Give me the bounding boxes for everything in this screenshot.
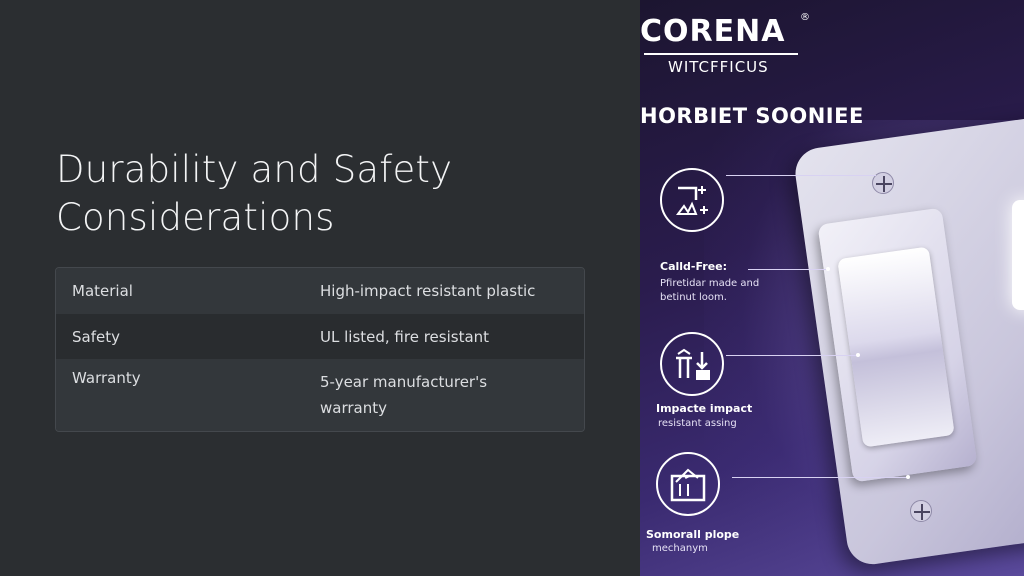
row-value: 5-year manufacturer's warranty [320,373,488,417]
row-value: High-impact resistant plastic [320,282,536,300]
content-panel: Durability and Safety Considerations Mat… [0,0,640,576]
mechanism-icon [656,452,720,516]
light-glow [1012,200,1024,310]
table-row: Warranty 5-year manufacturer's warranty [56,359,584,431]
registered-mark: ® [800,12,810,23]
callout-dot [826,267,830,271]
row-label: Safety [72,327,120,346]
product-image: CORENA ® WITCFFICUS HORBIET SOONIEE Call… [640,0,1024,576]
row-label: Warranty [72,369,141,387]
feature-title: Calld-Free: [660,260,728,273]
feature-title: Somorall plope [646,528,740,541]
feature-description: Pfiretidar made and betinut loom. [660,278,760,303]
callout-line [732,477,908,478]
feature-description: resistant assing [658,418,737,429]
row-label: Material [72,282,133,300]
product-name: HORBIET SOONIEE [640,104,864,128]
callout-line [726,355,858,356]
brand-underline [644,53,798,55]
table-row: Safety UL listed, fire resistant [56,314,584,359]
wiring-icon [660,168,724,232]
callout-dot [856,353,860,357]
feature-description: mechanym [652,543,708,554]
callout-line [726,175,876,176]
row-value: UL listed, fire resistant [320,327,490,346]
feature-title: Impacte impact [656,402,753,415]
screw-icon [910,500,932,522]
table-row: Material High-impact resistant plastic [56,268,584,314]
impact-icon [660,332,724,396]
specs-table: Material High-impact resistant plastic S… [55,267,585,432]
callout-dot [906,475,910,479]
brand-logo: CORENA [640,14,786,49]
brand-subtitle: WITCFFICUS [668,58,769,76]
slide-title: Durability and Safety Considerations [56,148,453,239]
callout-line [748,269,828,270]
